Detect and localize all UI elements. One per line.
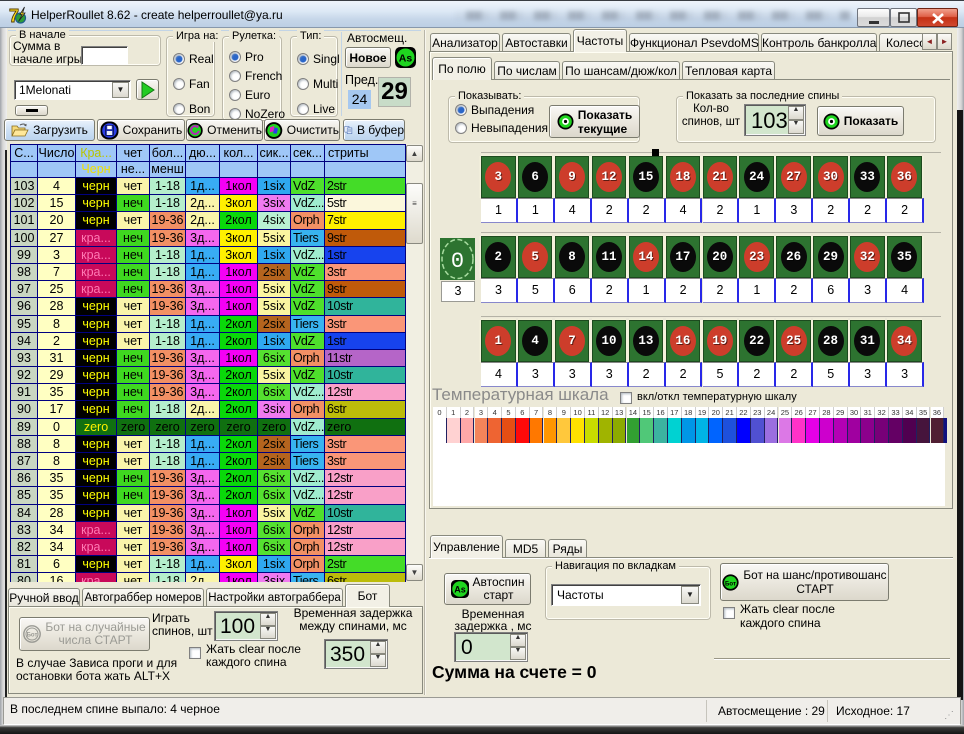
svg-text:As: As	[454, 585, 466, 595]
svg-text:Бот: Бот	[27, 633, 38, 639]
svg-text:As: As	[399, 53, 413, 65]
svg-text:Бот: Бот	[725, 580, 736, 587]
svg-text:0: 0	[451, 249, 464, 274]
